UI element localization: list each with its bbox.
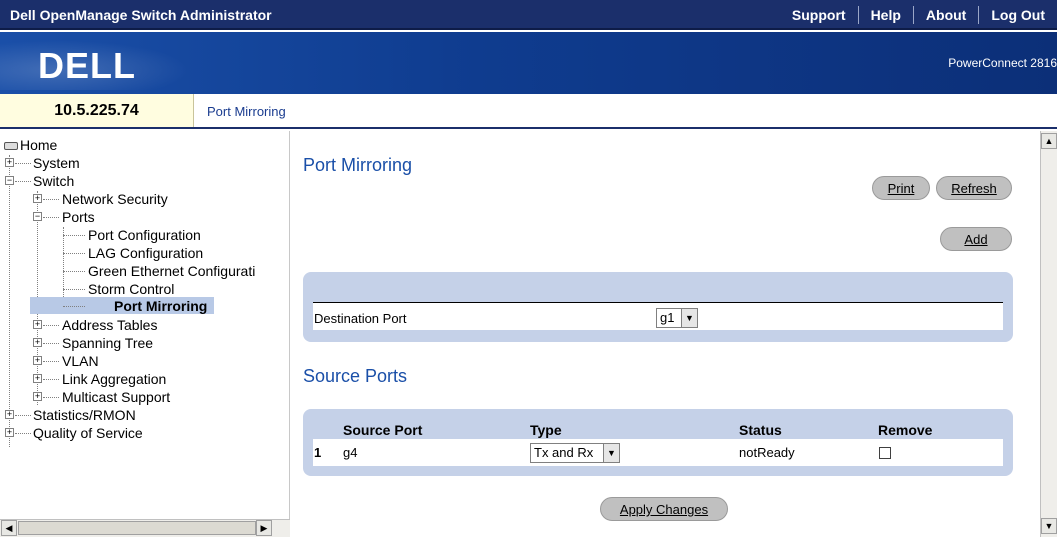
tree-item-port-mirroring[interactable]: Port Mirroring — [114, 298, 207, 314]
ip-row: 10.5.225.74 Port Mirroring — [0, 94, 1057, 129]
brand-banner: DELL PowerConnect 2816 — [0, 32, 1057, 94]
tree-line — [63, 227, 64, 303]
source-ports-title: Source Ports — [303, 366, 408, 386]
expand-icon[interactable]: + — [33, 392, 42, 401]
scroll-up-icon[interactable]: ▲ — [1041, 133, 1057, 149]
tree-item-statistics-rmon[interactable]: Statistics/RMON — [33, 407, 136, 423]
tree-line — [63, 235, 85, 236]
help-link[interactable]: Help — [857, 6, 913, 24]
tree-line — [43, 217, 59, 218]
tree-item-switch[interactable]: Switch — [33, 173, 74, 189]
tree-line — [15, 415, 31, 416]
expand-icon[interactable]: + — [33, 338, 42, 347]
tree-item-home[interactable]: Home — [4, 137, 57, 153]
tree-item-green-ethernet[interactable]: Green Ethernet Configurati — [88, 263, 255, 279]
tree-line — [9, 155, 10, 447]
about-link[interactable]: About — [912, 6, 978, 24]
tree-line — [63, 306, 85, 307]
tree-item-quality-of-service[interactable]: Quality of Service — [33, 425, 143, 441]
destination-panel — [303, 272, 1013, 342]
status-value: notReady — [739, 445, 795, 460]
tree-item-address-tables[interactable]: Address Tables — [62, 317, 157, 333]
tree-item-spanning-tree[interactable]: Spanning Tree — [62, 335, 153, 351]
add-button[interactable]: Add — [940, 227, 1012, 251]
column-header-type: Type — [530, 422, 562, 438]
tree-item-network-security[interactable]: Network Security — [62, 191, 168, 207]
remove-checkbox[interactable] — [879, 447, 891, 459]
apply-changes-button[interactable]: Apply Changes — [600, 497, 728, 521]
expand-icon[interactable]: + — [33, 374, 42, 383]
expand-icon[interactable]: + — [5, 158, 14, 167]
destination-port-select[interactable]: g1 ▼ — [656, 308, 698, 328]
page-title: Port Mirroring — [303, 155, 413, 175]
tree-horizontal-scrollbar[interactable]: ◀ ▶ — [0, 519, 290, 537]
column-header-source-port: Source Port — [343, 422, 423, 438]
row-index: 1 — [314, 445, 322, 460]
tree-line — [43, 397, 59, 398]
expand-icon[interactable]: + — [33, 194, 42, 203]
top-bar: Dell OpenManage Switch Administrator Sup… — [0, 0, 1057, 30]
tree-line — [43, 361, 59, 362]
chevron-down-icon: ▼ — [603, 444, 619, 462]
expand-icon[interactable]: + — [5, 410, 14, 419]
tree-item-vlan[interactable]: VLAN — [62, 353, 99, 369]
tree-item-port-configuration[interactable]: Port Configuration — [88, 227, 201, 243]
scroll-left-icon[interactable]: ◀ — [1, 520, 17, 536]
source-port-value: g4 — [343, 445, 358, 460]
tree-line — [63, 253, 85, 254]
logout-link[interactable]: Log Out — [978, 6, 1057, 24]
top-links: Support Help About Log Out — [780, 0, 1057, 30]
expand-icon[interactable]: + — [5, 428, 14, 437]
expand-icon[interactable]: + — [33, 320, 42, 329]
scroll-right-icon[interactable]: ▶ — [256, 520, 272, 536]
tree-item-system[interactable]: System — [33, 155, 80, 171]
tree-line — [15, 433, 31, 434]
tree-item-lag-configuration[interactable]: LAG Configuration — [88, 245, 203, 261]
column-header-remove: Remove — [878, 422, 933, 438]
tree-item-ports[interactable]: Ports — [62, 209, 95, 225]
app-title: Dell OpenManage Switch Administrator — [10, 7, 272, 23]
tree-line — [15, 181, 31, 182]
dell-logo: DELL — [38, 45, 136, 86]
print-button[interactable]: Print — [872, 176, 930, 200]
model-name: PowerConnect 2816 — [948, 56, 1057, 70]
tree-line — [43, 199, 59, 200]
tree-line — [43, 379, 59, 380]
destination-port-label: Destination Port — [314, 311, 407, 326]
tree-line — [63, 289, 85, 290]
collapse-icon[interactable]: − — [5, 176, 14, 185]
source-ports-panel — [303, 409, 1013, 476]
main-content: Port Mirroring Print Refresh Add Destina… — [290, 131, 1040, 537]
tree-line — [15, 163, 31, 164]
scrollbar-thumb[interactable] — [18, 521, 256, 535]
expand-icon[interactable]: + — [33, 356, 42, 365]
tree-line — [43, 343, 59, 344]
tree-line — [43, 325, 59, 326]
scroll-down-icon[interactable]: ▼ — [1041, 518, 1057, 534]
breadcrumb: Port Mirroring — [207, 104, 286, 119]
tree-line — [63, 271, 85, 272]
drive-icon — [4, 142, 18, 151]
column-header-status: Status — [739, 422, 782, 438]
collapse-icon[interactable]: − — [33, 212, 42, 221]
source-port-row-bg — [313, 439, 1003, 466]
refresh-button[interactable]: Refresh — [936, 176, 1012, 200]
chevron-down-icon: ▼ — [681, 309, 697, 327]
tree-item-multicast-support[interactable]: Multicast Support — [62, 389, 170, 405]
type-select[interactable]: Tx and Rx ▼ — [530, 443, 620, 463]
tree-item-storm-control[interactable]: Storm Control — [88, 281, 174, 297]
navigation-tree: Home + System − Switch + Network Securit… — [0, 131, 290, 537]
tree-item-link-aggregation[interactable]: Link Aggregation — [62, 371, 166, 387]
support-link[interactable]: Support — [780, 6, 858, 24]
page-vertical-scrollbar[interactable]: ▲ ▼ — [1040, 131, 1057, 537]
device-ip: 10.5.225.74 — [0, 94, 194, 127]
